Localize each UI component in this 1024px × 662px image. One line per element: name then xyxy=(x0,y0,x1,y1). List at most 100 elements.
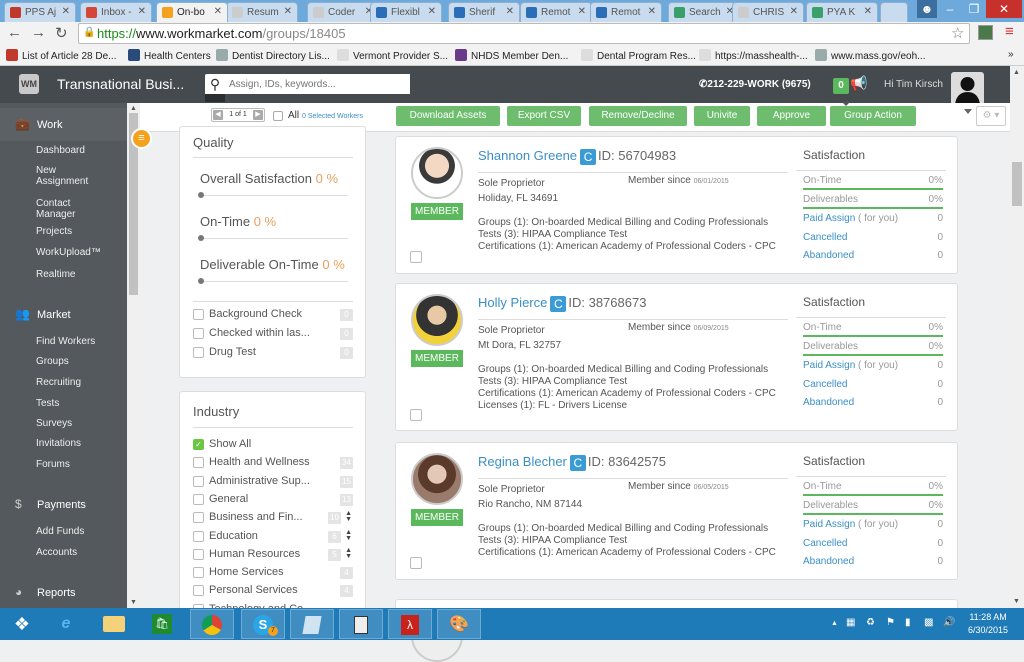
sidebar-item[interactable]: New Assignment xyxy=(36,165,98,187)
checkbox[interactable] xyxy=(193,493,204,505)
restore-button[interactable]: ❐ xyxy=(962,0,986,18)
bookmark-item[interactable]: NHDS Member Den... xyxy=(455,49,568,62)
battery-icon[interactable]: ▮ xyxy=(905,617,911,628)
satisfaction-cancelled[interactable]: Cancelled 0 xyxy=(803,538,943,552)
sync-icon[interactable]: ♻ xyxy=(866,617,875,628)
prev-page-button[interactable]: ◀ xyxy=(213,110,223,120)
worker-name-link[interactable]: Holly Pierce xyxy=(478,295,547,310)
company-name[interactable]: Transnational Busi... xyxy=(57,76,184,92)
browser-tab[interactable]: Sherif ✕ xyxy=(448,2,520,22)
worker-avatar[interactable] xyxy=(411,453,463,505)
system-clock[interactable]: 11:28 AM 6/30/2015 xyxy=(968,611,1008,637)
industry-item[interactable]: ✓ Show All xyxy=(193,437,353,453)
action-center-icon[interactable]: ▦ xyxy=(846,617,855,628)
browser-tab[interactable]: Remot ✕ xyxy=(590,2,662,22)
sidebar-section-market[interactable]: 👥 Market xyxy=(0,298,127,331)
satisfaction-cancelled[interactable]: Cancelled 0 xyxy=(803,379,943,393)
browser-tab[interactable]: PPS Aj ✕ xyxy=(4,2,76,22)
megaphone-icon[interactable]: 📢 xyxy=(850,75,867,92)
sidebar-item[interactable]: Add Funds xyxy=(36,526,84,537)
back-icon[interactable]: ← xyxy=(7,24,22,41)
worker-avatar[interactable] xyxy=(411,294,463,346)
satisfaction-abandoned[interactable]: Abandoned 0 xyxy=(803,556,943,570)
volume-icon[interactable]: 🔊 xyxy=(943,617,955,628)
browser-tab[interactable]: Inbox - ✕ xyxy=(80,2,152,22)
sidebar-item[interactable]: Find Workers xyxy=(36,336,95,347)
industry-item[interactable]: Education 6 ▲ ▼ xyxy=(193,529,353,545)
new-tab-button[interactable] xyxy=(880,2,908,22)
checkbox[interactable] xyxy=(193,512,204,524)
sidebar-scroll-down-icon[interactable]: ▼ xyxy=(130,599,137,606)
browser-tab[interactable]: Search ✕ xyxy=(668,2,740,22)
notification-count-badge[interactable]: 0 xyxy=(833,78,849,94)
selected-workers-link[interactable]: 0 Selected Workers xyxy=(302,113,363,120)
approve-button[interactable]: Approve xyxy=(757,106,826,126)
checkbox[interactable] xyxy=(193,548,204,560)
url-input[interactable]: 🔒 https://www.workmarket.com/groups/1840… xyxy=(78,23,970,44)
sidebar-item[interactable]: Recruiting xyxy=(36,377,81,388)
sort-spinner-icon[interactable]: ▲ ▼ xyxy=(345,529,352,542)
quality-check-row[interactable]: Drug Test 0 xyxy=(193,345,353,361)
workmarket-logo[interactable]: WM xyxy=(19,74,39,94)
checkbox[interactable]: ✓ xyxy=(193,439,204,450)
checkbox[interactable] xyxy=(193,328,204,339)
checkbox[interactable] xyxy=(193,309,204,320)
quality-slider[interactable] xyxy=(198,278,348,284)
sidebar-item[interactable]: Projects xyxy=(36,226,72,237)
browser-tab[interactable]: Flexibl ✕ xyxy=(370,2,442,22)
taskbar-skype[interactable]: S7 xyxy=(241,609,285,639)
network-icon[interactable]: ▩ xyxy=(924,617,933,628)
quality-check-row[interactable]: Checked within las... 0 xyxy=(193,326,353,342)
industry-item[interactable]: General 13 xyxy=(193,492,353,508)
page-scrollbar[interactable]: ▲ ▼ xyxy=(1010,66,1024,608)
bookmark-item[interactable]: List of Article 28 De... xyxy=(6,49,117,62)
settings-gear-dropdown[interactable]: ⚙ ▾ xyxy=(976,106,1006,126)
satisfaction-paid-assign[interactable]: Paid Assign ( for you) 0 xyxy=(803,519,943,533)
browser-tab[interactable]: Coder ✕ xyxy=(307,2,379,22)
sidebar-section-payments[interactable]: $ Payments xyxy=(0,488,127,521)
browser-tab[interactable]: PYA K ✕ xyxy=(806,2,878,22)
bookmark-star-icon[interactable]: ☆ xyxy=(951,24,964,42)
bookmark-item[interactable]: Health Centers xyxy=(128,49,211,62)
chrome-menu-icon[interactable]: ≡ xyxy=(1005,23,1014,40)
close-tab-icon[interactable]: ✕ xyxy=(864,6,872,17)
bookmark-item[interactable]: Dental Program Res... xyxy=(581,49,696,62)
checkbox[interactable] xyxy=(193,347,204,358)
browser-tab[interactable]: On-bo ✕ xyxy=(156,2,228,22)
quality-slider[interactable] xyxy=(198,192,348,198)
sidebar-item[interactable]: WorkUpload™ xyxy=(36,247,101,258)
close-tab-icon[interactable]: ✕ xyxy=(214,6,222,17)
sidebar-item[interactable]: Tests xyxy=(36,398,59,409)
satisfaction-paid-assign[interactable]: Paid Assign ( for you) 0 xyxy=(803,360,943,374)
extension-icon[interactable] xyxy=(978,25,993,40)
flag-icon[interactable]: ⚑ xyxy=(886,617,895,628)
bookmark-item[interactable]: www.mass.gov/eoh... xyxy=(815,49,925,62)
checkbox[interactable] xyxy=(193,585,204,597)
worker-name-link[interactable]: Shannon Greene xyxy=(478,148,577,163)
start-button[interactable]: ❖ xyxy=(0,609,44,639)
taskbar-paint[interactable]: 🎨 xyxy=(437,609,481,639)
worker-select-checkbox[interactable] xyxy=(410,251,422,263)
sidebar-item[interactable]: Realtime xyxy=(36,269,75,280)
taskbar-file-explorer[interactable] xyxy=(92,609,136,639)
sidebar-section-reports[interactable]: ◕ Reports xyxy=(0,576,127,609)
user-avatar[interactable] xyxy=(951,72,984,105)
sidebar-item[interactable]: Groups xyxy=(36,356,69,367)
satisfaction-abandoned[interactable]: Abandoned 0 xyxy=(803,250,943,264)
close-tab-icon[interactable]: ✕ xyxy=(506,6,514,17)
page-scrollbar-thumb[interactable] xyxy=(1012,162,1022,206)
group-action-button[interactable]: Group Action xyxy=(830,106,916,126)
user-greeting[interactable]: Hi Tim Kirsch xyxy=(884,79,943,90)
checkbox[interactable] xyxy=(193,567,204,579)
sidebar-item[interactable]: Accounts xyxy=(36,547,77,558)
sidebar-scroll-up-icon[interactable]: ▲ xyxy=(130,105,137,112)
sidebar-item[interactable]: Forums xyxy=(36,459,70,470)
sidebar-item[interactable]: Surveys xyxy=(36,418,72,429)
sidebar-item[interactable]: Dashboard xyxy=(36,145,85,156)
bookmark-item[interactable]: Dentist Directory Lis... xyxy=(216,49,330,62)
bookmark-item[interactable]: Vermont Provider S... xyxy=(337,49,448,62)
taskbar-notepad[interactable] xyxy=(290,609,334,639)
filter-menu-toggle[interactable]: ≡ xyxy=(131,128,152,149)
sidebar-section-work[interactable]: 💼 Work xyxy=(0,108,127,141)
close-tab-icon[interactable]: ✕ xyxy=(428,6,436,17)
